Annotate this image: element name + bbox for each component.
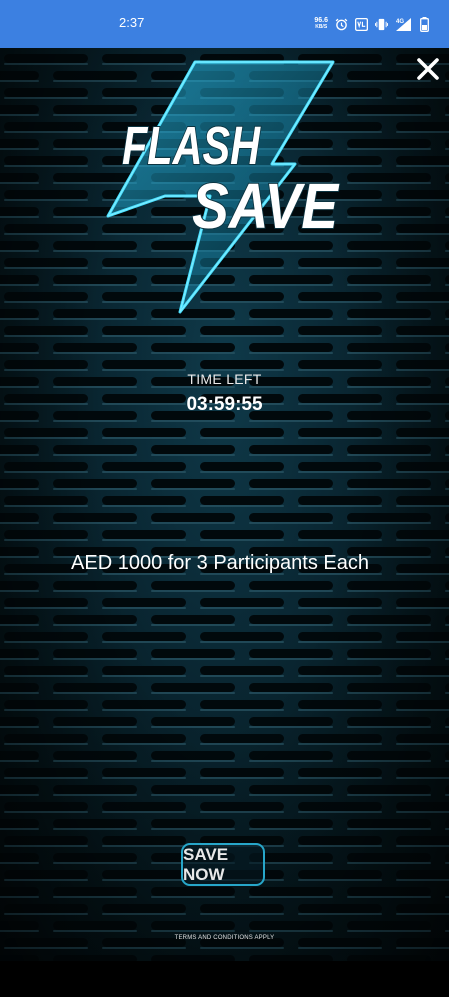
speed-unit: KB/S bbox=[315, 24, 328, 30]
logo-flash-text: FLASH bbox=[122, 116, 261, 176]
time-left-label: TIME LEFT bbox=[187, 371, 262, 387]
status-time: 2:37 bbox=[119, 15, 145, 30]
status-bar: 2:37 96.6 KB/S 4G bbox=[0, 0, 449, 48]
status-icons: 96.6 KB/S 4G bbox=[314, 13, 429, 35]
save-now-button[interactable]: SAVE NOW bbox=[181, 843, 265, 886]
svg-text:4G: 4G bbox=[396, 19, 404, 25]
data-speed-indicator: 96.6 KB/S bbox=[314, 17, 328, 31]
countdown-timer: 03:59:55 bbox=[186, 394, 263, 415]
signal-icon: 4G bbox=[396, 17, 411, 31]
alarm-icon bbox=[335, 18, 348, 30]
lightning-bolt-icon: FLASH SAVE bbox=[106, 60, 341, 314]
speed-value: 96.6 bbox=[314, 17, 328, 24]
flash-save-popup: FLASH SAVE TIME LEFT 03:59:55 AED 1000 f… bbox=[0, 48, 449, 961]
terms-link[interactable]: TERMS AND CONDITIONS APPLY bbox=[0, 935, 449, 941]
close-icon[interactable] bbox=[415, 56, 441, 82]
vibrate-icon bbox=[375, 18, 388, 30]
logo-save-text: SAVE bbox=[192, 170, 340, 242]
offer-text: AED 1000 for 3 Participants Each bbox=[71, 552, 369, 574]
volte-icon bbox=[355, 17, 368, 31]
battery-icon bbox=[420, 16, 429, 32]
navigation-bar bbox=[0, 961, 449, 997]
